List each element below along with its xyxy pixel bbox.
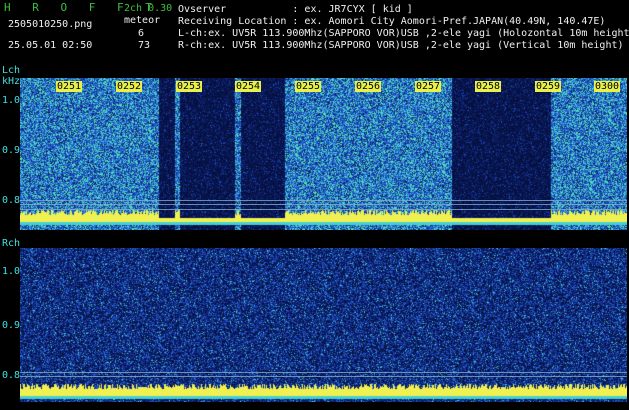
image-filename: 2505010250.png [8,19,93,30]
time-label-0258: 0258 [475,81,502,92]
time-label-0256: 0256 [355,81,382,92]
time-label-0257: 0257 [415,81,442,92]
time-label-0251: 0251 [56,81,83,92]
lch-spectrogram [20,78,627,230]
lch-receiver-info: L-ch:ex. UV5R 113.900Mhz(SAPPORO VOR)USB… [178,28,629,39]
time-label-0255: 0255 [295,81,322,92]
rch-ytick-0-8: 0.8 [2,370,21,381]
location-info: Receiving Location : ex. Aomori City Aom… [178,16,606,27]
lch-ytick-0-8: 0.8 [2,195,21,206]
lch-ytick-1-0: 1.0 [2,95,21,106]
lch-meteor-count: 6 [138,28,145,39]
rch-label: Rch [2,238,21,249]
lch-label: Lch [2,65,21,76]
rch-spectrogram [20,248,627,402]
time-label-0253: 0253 [176,81,203,92]
time-label-0300: 0300 [594,81,621,92]
time-label-0252: 0252 [116,81,143,92]
time-label-0254: 0254 [235,81,262,92]
meteor-count-label: meteor [124,15,161,26]
rch-ytick-0-9: 0.9 [2,320,21,331]
rch-receiver-info: R-ch:ex. UV5R 113.900Mhz(SAPPORO VOR)USB… [178,40,624,51]
observer-info: Ovserver : ex. JR7CYX [ kid ] [178,4,413,15]
channel-mode: 2ch 0.30 [124,3,173,14]
rch-meteor-count: 73 [138,40,151,51]
lch-ytick-0-9: 0.9 [2,145,21,156]
capture-datetime: 25.05.01 02:50 [8,40,93,51]
time-label-0259: 0259 [535,81,562,92]
lch-unit: kHz [2,76,21,87]
rch-ytick-1-0: 1.0 [2,266,21,277]
